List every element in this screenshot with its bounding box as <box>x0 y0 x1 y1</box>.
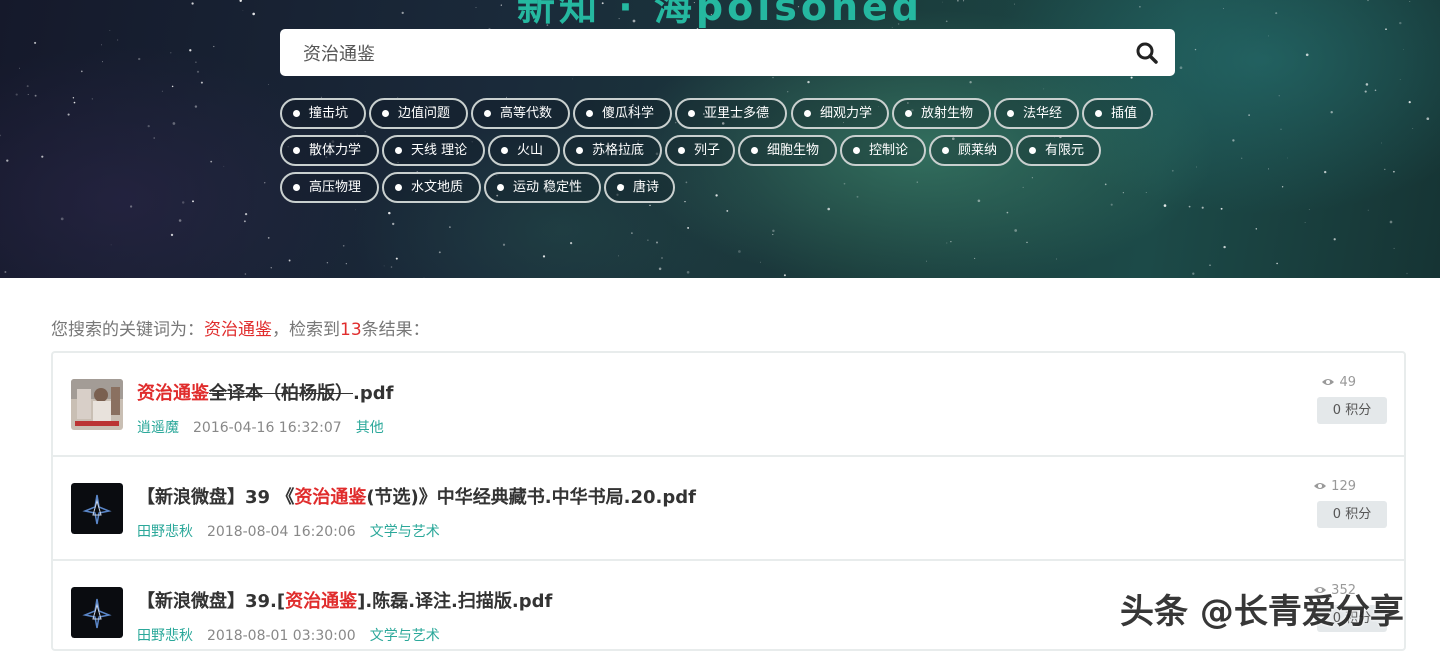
site-title: 新知 · 海poisoned <box>517 0 923 29</box>
tag-item[interactable]: 控制论 <box>840 135 926 166</box>
bullet-icon <box>293 184 300 191</box>
bullet-icon <box>293 147 300 154</box>
bullet-icon <box>484 110 491 117</box>
tag-item[interactable]: 唐诗 <box>604 172 675 203</box>
author-link[interactable]: 逍遥魔 <box>137 420 179 436</box>
bullet-icon <box>1029 147 1036 154</box>
result-count: 13 <box>340 320 362 340</box>
bullet-icon <box>382 110 389 117</box>
tag-item[interactable]: 高压物理 <box>280 172 379 203</box>
bullet-icon <box>576 147 583 154</box>
tag-item[interactable]: 插值 <box>1082 98 1153 129</box>
tag-item[interactable]: 细观力学 <box>791 98 889 129</box>
bullet-icon <box>1007 110 1014 117</box>
book-cover-photo-icon[interactable] <box>71 379 123 430</box>
points-badge[interactable]: 0 积分 <box>1317 501 1387 528</box>
bullet-icon <box>293 110 300 117</box>
bullet-icon <box>853 147 860 154</box>
tag-item[interactable]: 天线 理论 <box>382 135 485 166</box>
watermark: 头条 @长青爱分享 <box>1120 592 1404 632</box>
tag-item[interactable]: 细胞生物 <box>738 135 837 166</box>
tag-item[interactable]: 运动 稳定性 <box>484 172 601 203</box>
result-title[interactable]: 【新浪微盘】39 《资治通鉴(节选)》中华经典藏书.中华书局.20.pdf <box>137 483 696 509</box>
bullet-icon <box>905 110 912 117</box>
category-link[interactable]: 其他 <box>356 420 384 436</box>
bullet-icon <box>395 147 402 154</box>
result-title[interactable]: 【新浪微盘】39.[资治通鉴].陈磊.译注.扫描版.pdf <box>137 587 552 613</box>
tag-item[interactable]: 火山 <box>488 135 560 166</box>
view-count: 49 <box>1321 375 1356 390</box>
search-input[interactable] <box>280 29 1120 76</box>
tag-item[interactable]: 法华经 <box>994 98 1079 129</box>
tag-item[interactable]: 傻瓜科学 <box>573 98 672 129</box>
upload-date: 2016-04-16 16:32:07 <box>193 420 342 436</box>
result-row: 资治通鉴全译本（柏杨版）.pdf 逍遥魔 2016-04-16 16:32:07 其… <box>53 353 1404 457</box>
tag-item[interactable]: 边值问题 <box>369 98 468 129</box>
result-title[interactable]: 资治通鉴全译本（柏杨版）.pdf <box>137 379 393 405</box>
search-button[interactable] <box>1133 39 1161 67</box>
eye-icon <box>1322 379 1335 385</box>
tag-item[interactable]: 水文地质 <box>382 172 481 203</box>
search-icon <box>1136 42 1158 64</box>
bullet-icon <box>617 184 624 191</box>
hero-banner: 新知 · 海poisoned 撞击坑 边值问题 高等代数 傻瓜科学 亚里士多德 … <box>0 0 1440 278</box>
bullet-icon <box>942 147 949 154</box>
tag-item[interactable]: 有限元 <box>1016 135 1101 166</box>
bullet-icon <box>678 147 685 154</box>
tag-item[interactable]: 放射生物 <box>892 98 991 129</box>
view-count: 129 <box>1313 479 1356 494</box>
category-link[interactable]: 文学与艺术 <box>370 524 440 540</box>
bullet-icon <box>751 147 758 154</box>
result-meta: 逍遥魔 2016-04-16 16:32:07 其他 <box>137 417 384 437</box>
eye-icon <box>1314 483 1327 489</box>
search-box <box>280 29 1175 76</box>
bullet-icon <box>1095 110 1102 117</box>
tag-item[interactable]: 苏格拉底 <box>563 135 662 166</box>
result-row: 【新浪微盘】39 《资治通鉴(节选)》中华经典藏书.中华书局.20.pdf 田野… <box>53 457 1404 561</box>
star-logo-icon[interactable] <box>71 587 123 638</box>
result-meta: 田野悲秋 2018-08-04 16:20:06 文学与艺术 <box>137 521 440 541</box>
bullet-icon <box>586 110 593 117</box>
bullet-icon <box>804 110 811 117</box>
tag-item[interactable]: 撞击坑 <box>280 98 366 129</box>
tag-item[interactable]: 亚里士多德 <box>675 98 787 129</box>
tag-item[interactable]: 散体力学 <box>280 135 379 166</box>
tag-item[interactable]: 顾莱纳 <box>929 135 1013 166</box>
upload-date: 2018-08-04 16:20:06 <box>207 524 356 540</box>
summary-keyword: 资治通鉴 <box>204 320 272 340</box>
points-badge[interactable]: 0 积分 <box>1317 397 1387 424</box>
category-link[interactable]: 文学与艺术 <box>370 628 440 644</box>
author-link[interactable]: 田野悲秋 <box>137 628 193 644</box>
bullet-icon <box>497 184 504 191</box>
bullet-icon <box>688 110 695 117</box>
author-link[interactable]: 田野悲秋 <box>137 524 193 540</box>
tag-item[interactable]: 列子 <box>665 135 735 166</box>
bullet-icon <box>395 184 402 191</box>
bullet-icon <box>501 147 508 154</box>
star-logo-icon[interactable] <box>71 483 123 534</box>
tag-item[interactable]: 高等代数 <box>471 98 570 129</box>
result-meta: 田野悲秋 2018-08-01 03:30:00 文学与艺术 <box>137 625 440 645</box>
upload-date: 2018-08-01 03:30:00 <box>207 628 356 644</box>
search-summary: 您搜索的关键词为：资治通鉴，检索到13条结果： <box>51 320 430 340</box>
